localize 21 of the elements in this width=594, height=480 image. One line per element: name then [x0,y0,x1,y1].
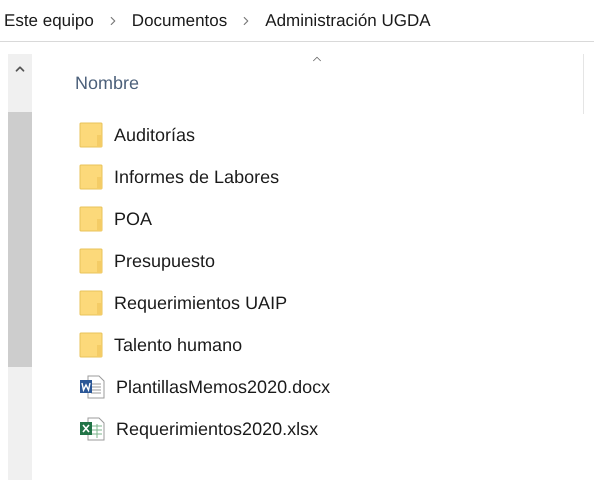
file-name[interactable]: PlantillasMemos2020.docx [116,374,330,400]
word-document-icon [79,374,105,400]
breadcrumb-item[interactable]: Este equipo [4,8,94,34]
folder-icon [79,332,103,358]
column-header[interactable]: Nombre [75,70,140,97]
file-name[interactable]: Requerimientos2020.xlsx [116,416,318,442]
spreadsheet-icon [79,416,105,442]
folder-icon [79,164,103,190]
file-name[interactable]: Auditorías [114,122,196,148]
folder-icon [79,122,103,148]
file-name[interactable]: Presupuesto [114,248,216,274]
breadcrumb-item[interactable]: Documentos [132,8,228,34]
file-name[interactable]: POA [114,206,152,232]
folder-icon [79,248,103,274]
folder-icon [79,290,103,316]
file-name[interactable]: Informes de Labores [114,164,280,190]
folder-icon [79,206,103,232]
file-name[interactable]: Talento humano [114,332,242,358]
scrollbar-thumb[interactable] [8,112,32,367]
breadcrumb-item[interactable]: Administración UGDA [265,8,431,34]
file-name[interactable]: Requerimientos UAIP [114,290,288,316]
